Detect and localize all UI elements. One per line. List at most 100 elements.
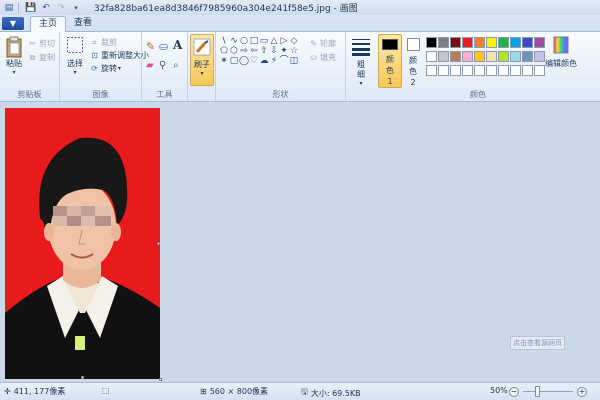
shape-option-icon[interactable]: ⇩	[269, 46, 279, 56]
shape-option-icon[interactable]: ◫	[289, 56, 299, 66]
shape-option-icon[interactable]: ☆	[289, 46, 299, 56]
id-photo-image[interactable]	[5, 108, 160, 379]
copy-button[interactable]: ⧉ 复制	[28, 52, 55, 63]
crop-button[interactable]: ⌗ 裁剪	[90, 37, 117, 48]
select-button[interactable]: 选择 ▾	[63, 36, 87, 76]
paste-dropdown-icon: ▾	[12, 69, 16, 76]
shape-option-icon[interactable]: ∿	[229, 36, 239, 46]
zoom-slider-thumb[interactable]	[535, 386, 540, 397]
save-icon[interactable]: 💾	[25, 2, 37, 13]
fill-button[interactable]: ⛀ 填充	[309, 52, 336, 63]
palette-swatch[interactable]	[498, 65, 509, 76]
zoom-in-button[interactable]: +	[577, 387, 587, 397]
shape-option-icon[interactable]: ⬠	[219, 46, 229, 56]
text-tool-icon[interactable]: A	[173, 38, 182, 52]
clipboard-group-label: 剪贴板	[17, 90, 42, 99]
palette-swatch[interactable]	[522, 51, 533, 62]
palette-swatch[interactable]	[522, 65, 533, 76]
palette-swatch[interactable]	[450, 37, 461, 48]
shape-option-icon[interactable]: ⇦	[249, 46, 259, 56]
rotate-button[interactable]: ⟳ 旋转 ▾	[90, 63, 121, 74]
palette-swatch[interactable]	[510, 65, 521, 76]
palette-swatch[interactable]	[534, 51, 545, 62]
color1-button[interactable]: 颜色 1	[378, 34, 402, 88]
palette-swatch[interactable]	[474, 37, 485, 48]
cut-button[interactable]: ✂ 剪切	[28, 38, 55, 49]
brushes-button[interactable]: 刷子 ▾	[190, 34, 214, 86]
shape-option-icon[interactable]: ◯	[239, 56, 249, 66]
shape-option-icon[interactable]: ▭	[259, 36, 269, 46]
resize-handle-corner[interactable]	[159, 378, 162, 381]
palette-swatch[interactable]	[438, 65, 449, 76]
tab-home[interactable]: 主页	[30, 16, 67, 32]
palette-swatch[interactable]	[486, 51, 497, 62]
customize-quick-access-icon[interactable]: ▾	[70, 2, 82, 13]
shape-option-icon[interactable]: □	[249, 36, 259, 46]
edit-colors-button[interactable]: 编辑颜色	[545, 36, 577, 69]
color2-button[interactable]: 颜色 2	[404, 38, 422, 88]
palette-swatch[interactable]	[498, 51, 509, 62]
rotate-label: 旋转	[101, 64, 117, 73]
shape-option-icon[interactable]: ✶	[219, 56, 229, 66]
outline-label: 轮廓	[320, 39, 336, 48]
shape-option-icon[interactable]: ⇨	[239, 46, 249, 56]
paste-label: 粘贴	[6, 59, 22, 68]
palette-swatch[interactable]	[510, 37, 521, 48]
shape-option-icon[interactable]: ⚡	[269, 56, 279, 66]
palette-swatch[interactable]	[450, 65, 461, 76]
eraser-icon[interactable]: ▰	[146, 60, 154, 71]
palette-swatch[interactable]	[438, 37, 449, 48]
fill-bucket-icon[interactable]: ⛀	[159, 40, 168, 53]
shapes-gallery[interactable]: \ ∿ ○ □ ▭ △ ▷ ◇ ⬠ ⬡ ⇨ ⇦ ⇧ ⇩ ✦ ☆ ✶ ▢ ◯ ♡ ☁ ⚡ ⌒ ◫	[219, 36, 303, 66]
palette-swatch[interactable]	[474, 51, 485, 62]
shape-option-icon[interactable]: ☁	[259, 56, 269, 66]
palette-swatch[interactable]	[426, 65, 437, 76]
colors-group-label: 颜色	[470, 90, 486, 99]
redo-icon[interactable]: ↷	[55, 2, 67, 13]
palette-swatch[interactable]	[522, 37, 533, 48]
rotate-icon: ⟳	[91, 64, 98, 73]
undo-icon[interactable]: ↶	[40, 2, 52, 13]
shape-option-icon[interactable]: ▢	[229, 56, 239, 66]
shape-option-icon[interactable]: ◇	[289, 36, 299, 46]
tab-view[interactable]: 查看	[66, 16, 100, 32]
shape-option-icon[interactable]: △	[269, 36, 279, 46]
shape-option-icon[interactable]: \	[219, 36, 229, 46]
palette-swatch[interactable]	[498, 37, 509, 48]
resize-handle-bottom[interactable]	[81, 376, 84, 379]
outline-button[interactable]: ✎ 轮廓	[309, 38, 336, 49]
zoom-out-button[interactable]: −	[509, 387, 519, 397]
palette-swatch[interactable]	[426, 51, 437, 62]
shape-option-icon[interactable]: ✦	[279, 46, 289, 56]
shape-option-icon[interactable]: ⌒	[279, 56, 289, 66]
resize-handle-right[interactable]	[157, 242, 160, 245]
zoom-level: 50%	[490, 386, 508, 395]
palette-swatch[interactable]	[510, 51, 521, 62]
palette-swatch[interactable]	[534, 65, 545, 76]
resize-button[interactable]: ⊡ 重新调整大小	[90, 50, 149, 61]
palette-swatch[interactable]	[438, 51, 449, 62]
shape-option-icon[interactable]: ♡	[249, 56, 259, 66]
shape-option-icon[interactable]: ○	[239, 36, 249, 46]
paste-button[interactable]: 粘贴 ▾	[4, 36, 24, 76]
paint-app-icon[interactable]: ▤	[3, 2, 15, 13]
file-menu-button[interactable]: ▼	[2, 17, 24, 30]
color-picker-icon[interactable]: ⚲	[159, 60, 166, 71]
palette-swatch[interactable]	[534, 37, 545, 48]
palette-swatch[interactable]	[474, 65, 485, 76]
palette-swatch[interactable]	[462, 65, 473, 76]
palette-swatch[interactable]	[486, 37, 497, 48]
magnifier-icon[interactable]: ⌕	[173, 60, 179, 71]
rotate-dropdown-icon: ▾	[118, 65, 122, 72]
palette-swatch[interactable]	[486, 65, 497, 76]
palette-swatch[interactable]	[450, 51, 461, 62]
palette-swatch[interactable]	[462, 37, 473, 48]
pencil-icon[interactable]: ✎	[146, 40, 155, 53]
size-button[interactable]: 粗细 ▾	[350, 38, 372, 87]
palette-swatch[interactable]	[462, 51, 473, 62]
shape-option-icon[interactable]: ⬡	[229, 46, 239, 56]
shape-option-icon[interactable]: ▷	[279, 36, 289, 46]
palette-swatch[interactable]	[426, 37, 437, 48]
shape-option-icon[interactable]: ⇧	[259, 46, 269, 56]
zoom-slider-track[interactable]	[523, 391, 573, 392]
